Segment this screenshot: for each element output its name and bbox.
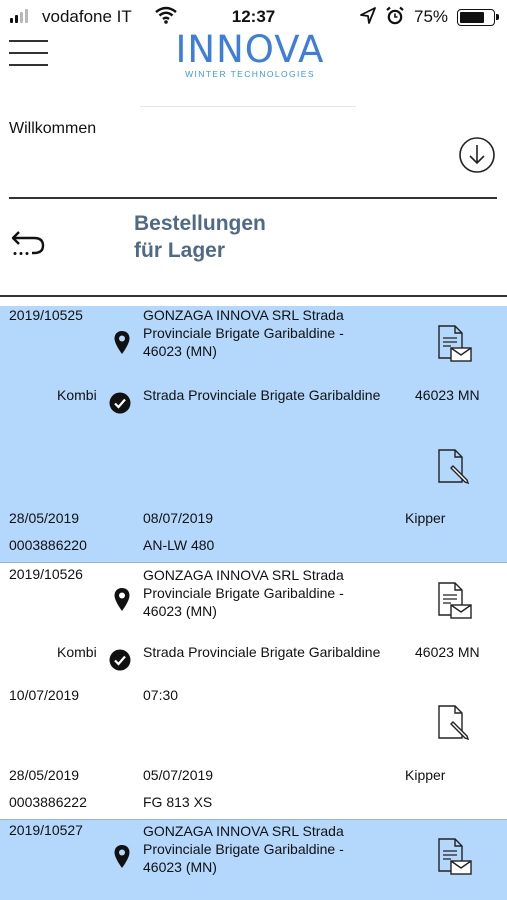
pickup-time: 07:30 (143, 687, 179, 703)
address-line: 46023 (MN) (143, 343, 217, 359)
battery-percentage: 75% (414, 7, 449, 26)
welcome-text: Willkommen (9, 120, 97, 137)
order-number: 2019/10527 (9, 822, 83, 838)
address-line: Provinciale Brigate Garibaldine - (143, 585, 344, 601)
document-mail-icon[interactable] (433, 837, 475, 877)
location-pin-icon (114, 331, 130, 354)
order-code: 0003886220 (9, 537, 87, 553)
alarm-clock-icon (386, 6, 404, 25)
list-divider (0, 295, 507, 297)
document-edit-icon[interactable] (433, 704, 475, 744)
logo-wordmark: INNOVA (175, 28, 325, 71)
delivery-zip: 46023 MN (415, 387, 480, 403)
order-date: 28/05/2019 (9, 510, 80, 526)
license-plate: AN-LW 480 (143, 537, 215, 553)
address-line: Provinciale Brigate Garibaldine - (143, 325, 344, 341)
vehicle-type: Kombi (57, 387, 97, 403)
vehicle-type: Kombi (57, 644, 97, 660)
delivery-date: 08/07/2019 (143, 510, 214, 526)
document-mail-icon[interactable] (433, 581, 475, 621)
location-arrow-icon (360, 7, 376, 24)
location-pin-icon (114, 588, 130, 611)
delivery-street: Strada Provinciale Brigate Garibaldine (143, 387, 381, 403)
order-item[interactable]: 2019/10527 GONZAGA INNOVA SRL Strada Pro… (0, 819, 507, 900)
header-divider (9, 197, 497, 199)
order-item[interactable]: 2019/10525 GONZAGA INNOVA SRL Strada Pro… (0, 306, 507, 562)
order-number: 2019/10525 (9, 307, 83, 323)
back-icon[interactable] (10, 228, 48, 258)
address-line: 46023 (MN) (143, 859, 217, 875)
address-line: 46023 (MN) (143, 603, 217, 619)
order-number: 2019/10526 (9, 566, 83, 582)
document-mail-icon[interactable] (433, 324, 475, 364)
logo-divider (140, 106, 356, 107)
battery-icon (457, 9, 499, 26)
license-plate: FG 813 XS (143, 794, 213, 810)
address-line: GONZAGA INNOVA SRL Strada (143, 823, 344, 839)
location-pin-icon (114, 845, 130, 868)
download-icon[interactable] (458, 136, 496, 174)
innova-logo: INNOVA WINTER TECHNOLOGIES (160, 30, 340, 82)
logo-subtitle: WINTER TECHNOLOGIES (185, 69, 315, 79)
address-line: GONZAGA INNOVA SRL Strada (143, 567, 344, 583)
address-line: Provinciale Brigate Garibaldine - (143, 841, 344, 857)
order-date: 28/05/2019 (9, 767, 80, 783)
pickup-date: 10/07/2019 (9, 687, 80, 703)
delivery-street: Strada Provinciale Brigate Garibaldine (143, 644, 381, 660)
check-circle-icon (109, 392, 131, 414)
page-title-line2: für Lager (134, 239, 226, 262)
truck-type: Kipper (405, 510, 446, 526)
delivery-date: 05/07/2019 (143, 767, 214, 783)
order-code: 0003886222 (9, 794, 87, 810)
order-item[interactable]: 2019/10526 GONZAGA INNOVA SRL Strada Pro… (0, 562, 507, 819)
truck-type: Kipper (405, 767, 446, 783)
order-address: GONZAGA INNOVA SRL Strada Provinciale Br… (143, 306, 344, 360)
delivery-zip: 46023 MN (415, 644, 480, 660)
document-edit-icon[interactable] (433, 448, 475, 488)
battery-level (460, 12, 484, 23)
address-line: GONZAGA INNOVA SRL Strada (143, 307, 344, 323)
order-address: GONZAGA INNOVA SRL Strada Provinciale Br… (143, 566, 344, 620)
order-address: GONZAGA INNOVA SRL Strada Provinciale Br… (143, 822, 344, 876)
page-title: Bestellungen für Lager (134, 210, 266, 264)
page-title-line1: Bestellungen (134, 212, 266, 235)
menu-icon[interactable] (9, 40, 49, 67)
check-circle-icon (109, 649, 131, 671)
